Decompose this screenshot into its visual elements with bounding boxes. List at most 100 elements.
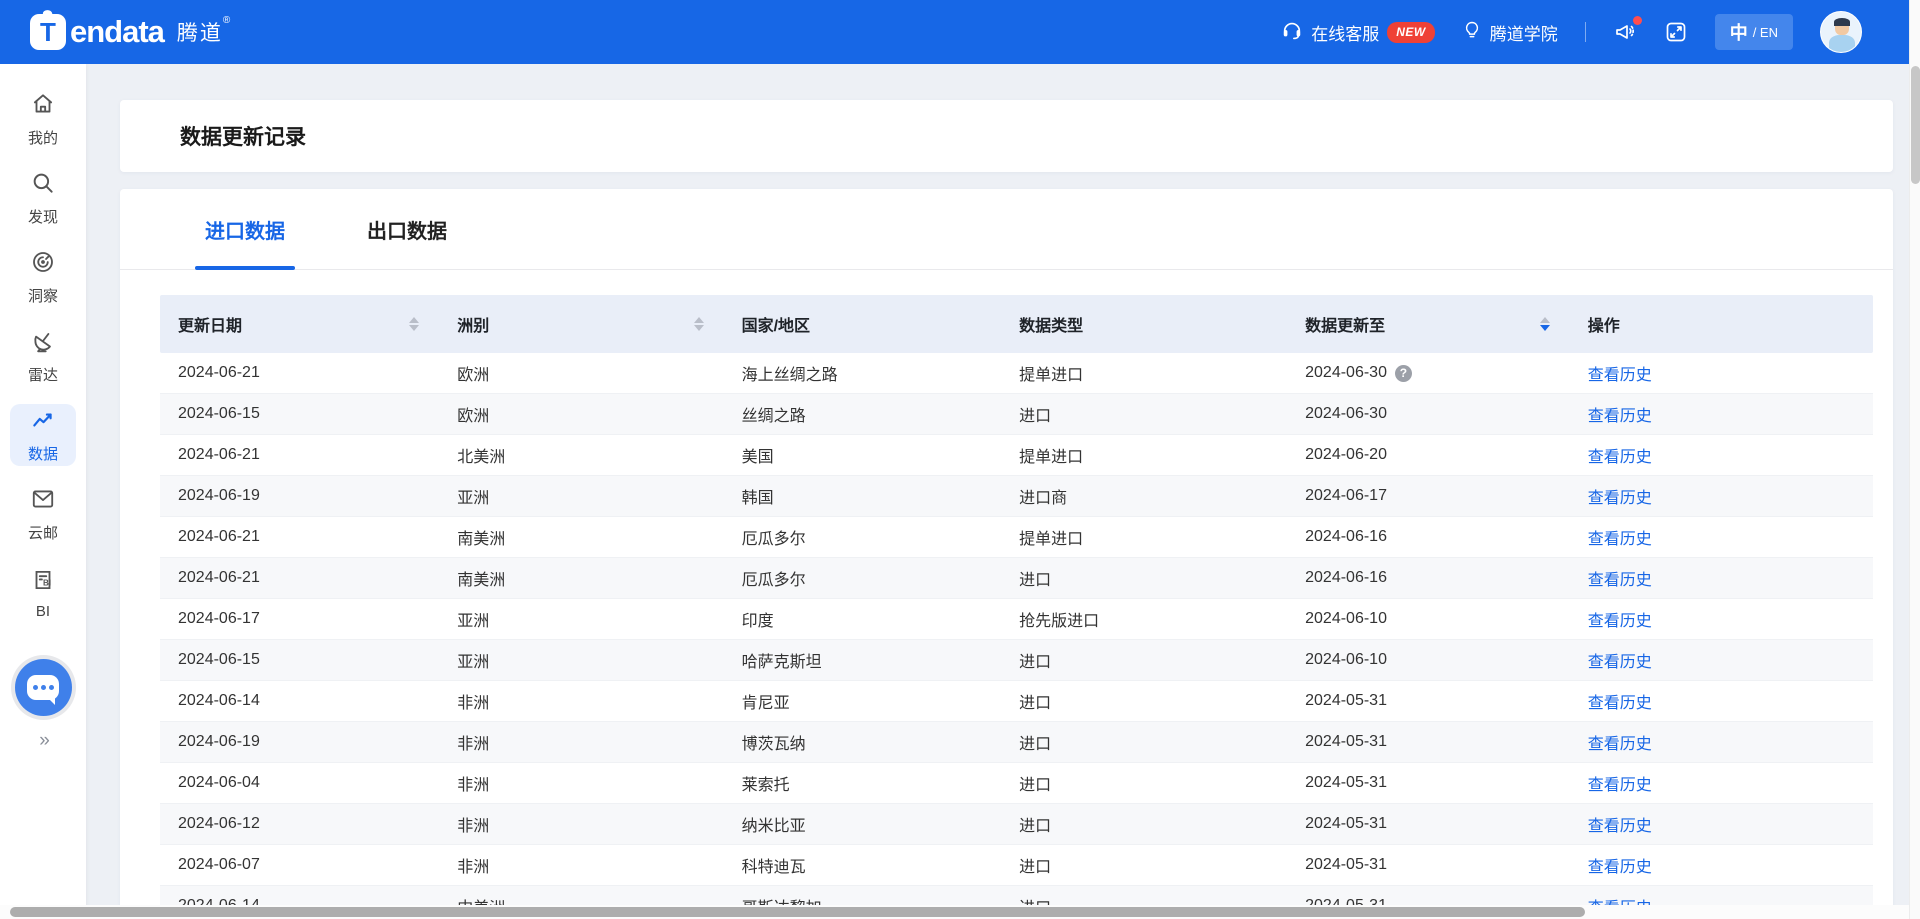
tab-export-data[interactable]: 出口数据 [357,189,457,270]
table-row[interactable]: 2024-06-21 北美洲 美国 提单进口 2024-06-20? 查看历史 [160,435,1873,476]
horizontal-scrollbar[interactable] [0,905,1909,919]
table-row[interactable]: 2024-06-21 欧洲 海上丝绸之路 提单进口 2024-06-30? 查看… [160,353,1873,394]
cell-continent: 亚洲 [439,599,723,639]
cell-updated-to: 2024-05-31? [1287,804,1570,844]
table-row[interactable]: 2024-06-19 非洲 博茨瓦纳 进口 2024-05-31? 查看历史 [160,722,1873,763]
logo[interactable]: T endata 腾道® [30,14,232,50]
cell-actions: 查看历史 [1570,394,1873,434]
sidebar-item-mail[interactable]: 云邮 [10,483,76,545]
logo-text-cn: 腾道® [177,17,232,47]
cell-region: 印度 [724,599,1002,639]
view-history-link[interactable]: 查看历史 [1588,648,1652,672]
view-history-link[interactable]: 查看历史 [1588,812,1652,836]
sidebar-item-bi[interactable]: BI BI [10,562,76,624]
sidebar-item-radar[interactable]: 雷达 [10,325,76,387]
cell-data-type: 进口 [1001,804,1287,844]
cell-region: 厄瓜多尔 [724,558,1002,598]
col-header-continent[interactable]: 洲别 [439,295,723,353]
cell-data-type: 进口 [1001,763,1287,803]
cell-data-type: 提单进口 [1001,435,1287,475]
cell-region: 韩国 [724,476,1002,516]
view-history-link[interactable]: 查看历史 [1588,771,1652,795]
table-row[interactable]: 2024-06-07 非洲 科特迪瓦 进口 2024-05-31? 查看历史 [160,845,1873,886]
home-icon [30,91,56,122]
view-history-link[interactable]: 查看历史 [1588,566,1652,590]
view-history-link[interactable]: 查看历史 [1588,853,1652,877]
cell-region: 丝绸之路 [724,394,1002,434]
lang-zh-label: 中 [1730,19,1748,45]
academy-link[interactable]: 腾道学院 [1462,19,1558,46]
view-history-link[interactable]: 查看历史 [1588,689,1652,713]
cell-actions: 查看历史 [1570,845,1873,885]
cell-region: 纳米比亚 [724,804,1002,844]
cell-data-type: 进口 [1001,681,1287,721]
sidebar: 我的 发现 洞察 雷达 数据 云邮 BI BI » [0,64,86,919]
announcements-button[interactable] [1613,20,1637,44]
view-history-link[interactable]: 查看历史 [1588,730,1652,754]
sidebar-item-explore[interactable]: 发现 [10,167,76,229]
cell-updated-to: 2024-06-10? [1287,640,1570,680]
mail-icon [30,486,56,517]
sidebar-item-insight[interactable]: 洞察 [10,246,76,308]
cell-update-date: 2024-06-21 [160,517,439,557]
table-row[interactable]: 2024-06-21 南美洲 厄瓜多尔 提单进口 2024-06-16? 查看历… [160,517,1873,558]
cell-continent: 南美洲 [439,558,723,598]
sidebar-item-data[interactable]: 数据 [10,404,76,466]
view-history-link[interactable]: 查看历史 [1588,443,1652,467]
cell-actions: 查看历史 [1570,517,1873,557]
cell-update-date: 2024-06-21 [160,353,439,393]
cell-data-type: 提单进口 [1001,353,1287,393]
cell-actions: 查看历史 [1570,476,1873,516]
table-row[interactable]: 2024-06-12 非洲 纳米比亚 进口 2024-05-31? 查看历史 [160,804,1873,845]
updated-to-value: 2024-05-31 [1305,815,1387,833]
online-support-link[interactable]: 在线客服 NEW [1281,19,1435,46]
vertical-scrollbar-thumb[interactable] [1911,66,1920,184]
language-toggle[interactable]: 中 / EN [1715,14,1793,50]
cell-continent: 非洲 [439,845,723,885]
cell-region: 肯尼亚 [724,681,1002,721]
registered-mark: ® [223,15,232,26]
title-card: 数据更新记录 [120,100,1893,172]
tab-bar: 进口数据 出口数据 [120,189,1893,270]
view-history-link[interactable]: 查看历史 [1588,402,1652,426]
col-header-update-date[interactable]: 更新日期 [160,295,439,353]
table-row[interactable]: 2024-06-14 非洲 肯尼亚 进口 2024-05-31? 查看历史 [160,681,1873,722]
help-icon[interactable]: ? [1395,365,1412,382]
sort-icon-active-desc[interactable] [1540,317,1550,331]
cell-region: 哈萨克斯坦 [724,640,1002,680]
cell-region: 科特迪瓦 [724,845,1002,885]
vertical-scrollbar[interactable] [1909,0,1920,919]
table-row[interactable]: 2024-06-21 南美洲 厄瓜多尔 进口 2024-06-16? 查看历史 [160,558,1873,599]
user-avatar[interactable] [1820,11,1862,53]
cell-region: 海上丝绸之路 [724,353,1002,393]
cell-updated-to: 2024-06-30? [1287,394,1570,434]
view-history-link[interactable]: 查看历史 [1588,607,1652,631]
col-header-updated-to[interactable]: 数据更新至 [1287,295,1570,353]
col-header-data-type: 数据类型 [1001,295,1287,353]
sidebar-expand-button[interactable]: » [39,730,47,752]
cell-update-date: 2024-06-21 [160,435,439,475]
cell-updated-to: 2024-06-16? [1287,517,1570,557]
cell-update-date: 2024-06-19 [160,722,439,762]
updated-to-value: 2024-05-31 [1305,774,1387,792]
cell-actions: 查看历史 [1570,681,1873,721]
chat-fab-button[interactable] [15,659,72,716]
fullscreen-button[interactable] [1664,20,1688,44]
table-row[interactable]: 2024-06-15 欧洲 丝绸之路 进口 2024-06-30? 查看历史 [160,394,1873,435]
avatar-body [1829,35,1855,53]
logo-text: endata [70,14,164,50]
view-history-link[interactable]: 查看历史 [1588,525,1652,549]
table-row[interactable]: 2024-06-17 亚洲 印度 抢先版进口 2024-06-10? 查看历史 [160,599,1873,640]
table-row[interactable]: 2024-06-04 非洲 莱索托 进口 2024-05-31? 查看历史 [160,763,1873,804]
sort-icon[interactable] [409,317,419,331]
search-icon [30,170,56,201]
cell-actions: 查看历史 [1570,804,1873,844]
table-row[interactable]: 2024-06-15 亚洲 哈萨克斯坦 进口 2024-06-10? 查看历史 [160,640,1873,681]
tab-import-data[interactable]: 进口数据 [195,189,295,270]
sidebar-item-my[interactable]: 我的 [10,88,76,150]
table-row[interactable]: 2024-06-19 亚洲 韩国 进口商 2024-06-17? 查看历史 [160,476,1873,517]
view-history-link[interactable]: 查看历史 [1588,484,1652,508]
horizontal-scrollbar-thumb[interactable] [10,907,1585,917]
view-history-link[interactable]: 查看历史 [1588,361,1652,385]
sort-icon[interactable] [694,317,704,331]
